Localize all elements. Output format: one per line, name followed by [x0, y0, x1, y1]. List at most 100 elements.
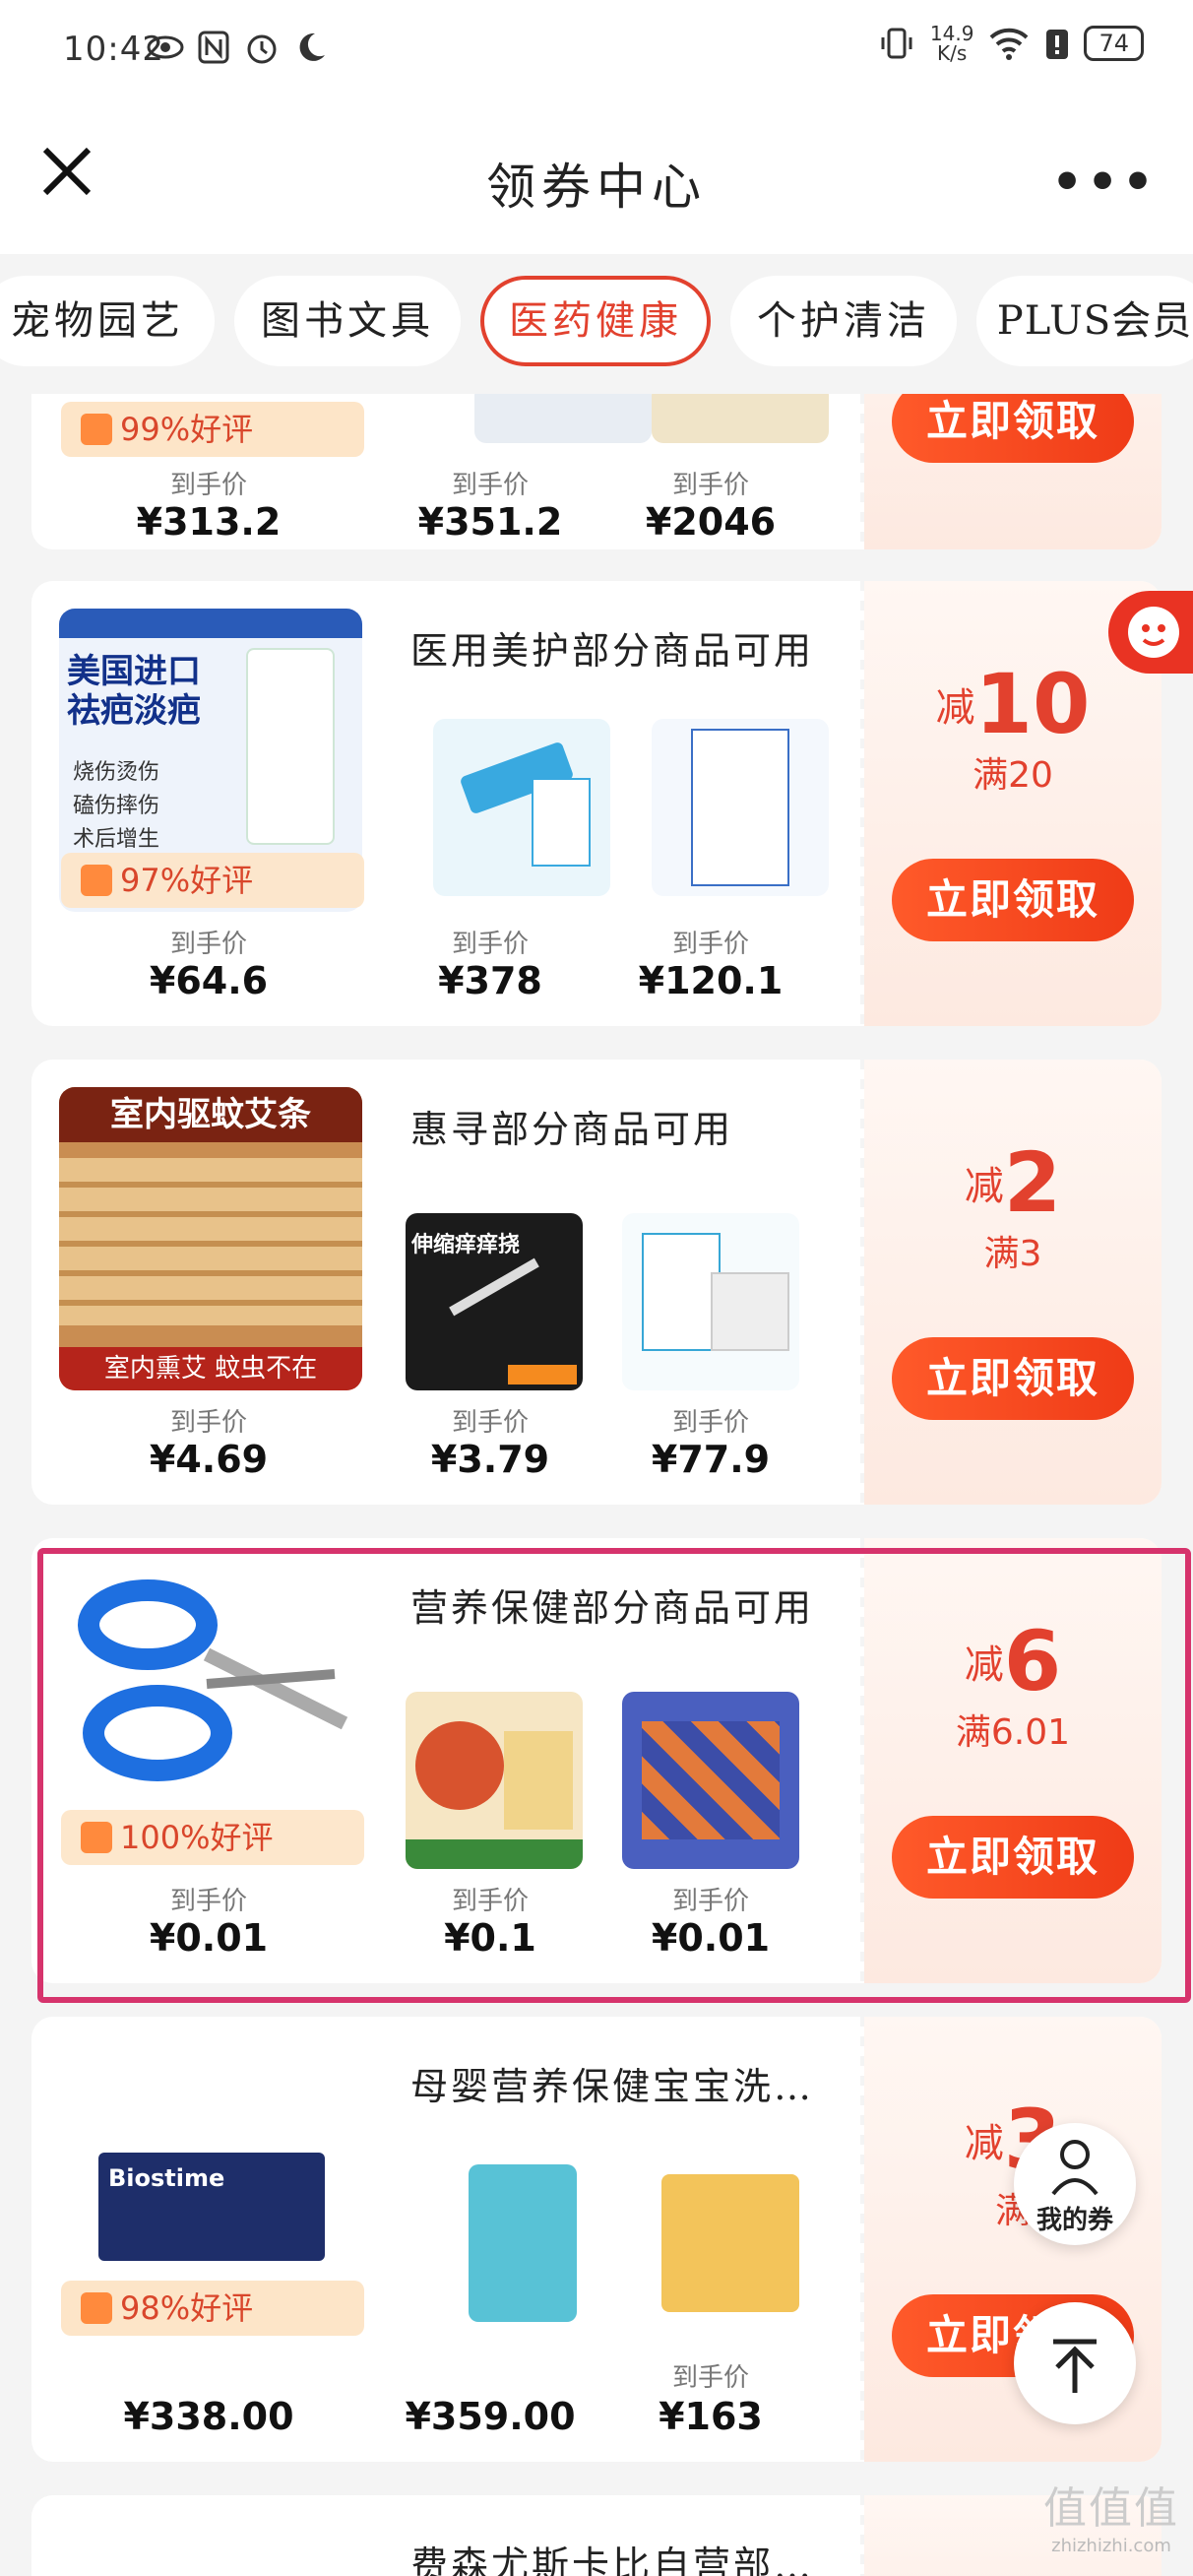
snack-pile	[642, 1721, 780, 1839]
price-label: 到手价	[451, 930, 529, 959]
watermark: 值值值 zhizhizhi.com	[1043, 2473, 1179, 2556]
vibrate-icon	[881, 28, 912, 59]
product-price: ¥120.1	[638, 959, 784, 1002]
nav-header: 领券中心 •••	[0, 98, 1193, 256]
product-image[interactable]	[622, 1692, 799, 1869]
jd-mascot-float[interactable]	[1108, 591, 1193, 674]
product-image[interactable]	[406, 1692, 583, 1869]
alert-icon	[1046, 30, 1069, 59]
tab-books-stationery[interactable]: 图书文具	[234, 276, 461, 366]
dha-box	[661, 2174, 799, 2312]
card-divider	[860, 1538, 864, 1983]
rating-badge: 100%好评	[61, 1810, 364, 1865]
product-price: ¥64.6	[149, 959, 269, 1002]
mask-shape	[711, 1272, 789, 1351]
jd-dog-icon	[1128, 607, 1179, 658]
coupon-description: 惠寻部分商品可用	[410, 1108, 734, 1151]
tea-pack	[504, 1731, 573, 1830]
discount-threshold: 满20	[973, 755, 1053, 796]
tea-bowl	[415, 1721, 504, 1810]
mask-box	[642, 1233, 721, 1351]
coupon-description: 医用美护部分商品可用	[410, 629, 815, 673]
price-label: 到手价	[451, 1408, 529, 1438]
product-price: ¥313.2	[136, 500, 282, 544]
card-divider	[860, 581, 864, 1026]
product-image[interactable]	[433, 719, 610, 896]
claim-button[interactable]: 立即领取	[892, 394, 1134, 463]
image-tag	[508, 1365, 577, 1385]
price-label: 到手价	[451, 1887, 529, 1916]
image-text: 室内驱蚊艾条	[59, 1087, 362, 1142]
product-main-image[interactable]: Biostime	[59, 2044, 362, 2281]
watermark-url: zhizhizhi.com	[1051, 2536, 1171, 2556]
watermark-logo: 值值值	[1043, 2483, 1179, 2534]
image-banner	[59, 609, 362, 638]
claim-button[interactable]: 立即领取	[892, 859, 1134, 941]
eye-icon	[147, 35, 184, 59]
product-image[interactable]	[652, 394, 829, 443]
product-image[interactable]	[433, 2155, 610, 2332]
price-label: 到手价	[451, 471, 529, 500]
discount-threshold: 满3	[983, 1234, 1042, 1274]
coupon-card: 100%好评 营养保健部分商品可用 到手价 ¥0.01 到手价 ¥0.1 到手价…	[31, 1538, 1162, 1983]
network-speed: 14.9 K/s	[930, 24, 974, 63]
price-label: 到手价	[671, 1887, 749, 1916]
formula-can	[469, 2164, 577, 2322]
price-label: 到手价	[169, 1887, 247, 1916]
speed-unit: K/s	[937, 41, 968, 65]
price-label: 到手价	[169, 471, 247, 500]
coupon-description: 营养保健部分商品可用	[410, 1586, 815, 1630]
product-price: ¥338.00	[123, 2395, 294, 2438]
rating-text: 97%好评	[120, 862, 254, 899]
price-label: 到手价	[671, 471, 749, 500]
product-price: ¥0.1	[444, 1916, 536, 1960]
rating-text: 99%好评	[120, 411, 254, 448]
coupon-right-panel	[864, 1060, 1162, 1505]
coupon-card: Biostime 98%好评 母婴营养保健宝宝洗… 到手价 ¥338.00 ¥3…	[31, 2017, 1162, 2462]
coupon-card: 室内驱蚊艾条 室内熏艾 蚊虫不在 惠寻部分商品可用 伸缩痒痒挠 到手价 ¥4.6…	[31, 1060, 1162, 1505]
tab-medicine-health[interactable]: 医药健康	[480, 276, 711, 366]
status-bar: 10:42 14.9 K/s 74	[0, 0, 1193, 98]
discount-prefix: 减	[935, 685, 975, 731]
discount-amount: 减10 满20	[864, 656, 1162, 798]
product-image[interactable]	[652, 719, 829, 896]
price-label: 到手价	[169, 930, 247, 959]
price-label: 到手价	[169, 1408, 247, 1438]
tab-pets-garden[interactable]: 宠物园艺	[0, 276, 215, 366]
product-image[interactable]: 伸缩痒痒挠	[406, 1213, 583, 1390]
product-price: ¥3.79	[430, 1438, 550, 1481]
user-icon	[1051, 2140, 1099, 2196]
rating-badge: 99%好评	[61, 402, 364, 457]
product-price: ¥0.01	[651, 1916, 771, 1960]
discount-amount: 减6 满6.01	[864, 1613, 1162, 1755]
card-divider	[860, 394, 864, 549]
claim-button[interactable]: 立即领取	[892, 1816, 1134, 1899]
page-title: 领券中心	[486, 159, 707, 216]
discount-prefix: 减	[964, 1164, 1004, 1209]
tab-plus-member[interactable]: PLUS会员	[976, 276, 1193, 366]
image-text-line: 磕伤摔伤	[73, 794, 160, 818]
incense-sticks	[59, 1158, 362, 1325]
thumbs-up-icon	[81, 2292, 112, 2324]
discount-value: 2	[1003, 1134, 1062, 1231]
discount-value: 6	[1003, 1613, 1062, 1709]
image-text-line: 术后增生	[73, 827, 160, 852]
discount-prefix: 减	[964, 1642, 1004, 1688]
product-price: ¥4.69	[149, 1438, 269, 1481]
product-image[interactable]	[642, 2155, 819, 2332]
claim-button[interactable]: 立即领取	[892, 1337, 1134, 1420]
my-coupons-label: 我的券	[1036, 2206, 1113, 2235]
product-image[interactable]	[474, 394, 652, 443]
moon-icon	[299, 32, 325, 61]
my-coupons-button[interactable]: 我的券	[1014, 2123, 1136, 2245]
more-menu-button[interactable]: •••	[1051, 154, 1158, 211]
status-right: 14.9 K/s 74	[877, 24, 1144, 63]
product-price: ¥77.9	[651, 1438, 771, 1481]
tab-personal-care[interactable]: 个护清洁	[730, 276, 957, 366]
discount-amount: 减2 满3	[864, 1134, 1162, 1276]
product-main-image[interactable]: 室内驱蚊艾条 室内熏艾 蚊虫不在	[59, 1087, 362, 1390]
back-to-top-button[interactable]	[1014, 2302, 1136, 2424]
product-image[interactable]	[622, 1213, 799, 1390]
price-label: 到手价	[671, 2363, 749, 2393]
image-text: 伸缩痒痒挠	[411, 1233, 521, 1257]
